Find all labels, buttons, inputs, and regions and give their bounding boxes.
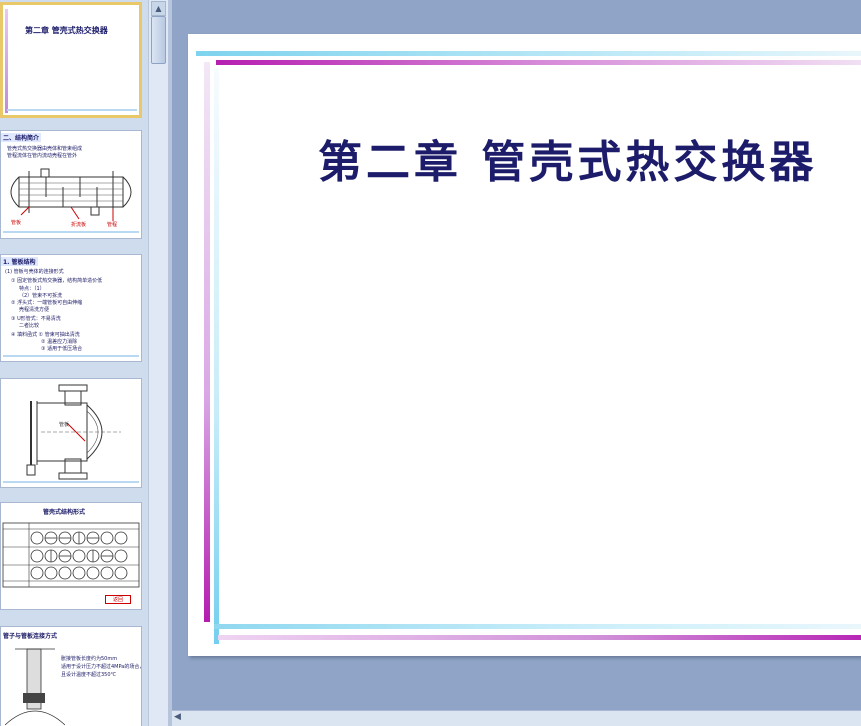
thumbnail-title: 1. 管板结构: [1, 257, 38, 266]
slide-thumbnail-1[interactable]: 第二章 管壳式热交换器: [0, 2, 142, 118]
back-button[interactable]: 返回: [105, 595, 131, 604]
tube-joint-drawing: [5, 648, 65, 726]
left-accent-line: [204, 62, 210, 622]
slide-thumbnail-5[interactable]: 管壳式结构形式 返回: [0, 502, 142, 610]
slide-thumbnail-6[interactable]: 管子与管板连接方式 胀接管板长度约为50mm 适用于设计压力不超过4MPa的场合…: [0, 626, 142, 726]
thumbnail-label: 管板: [59, 422, 70, 428]
top-accent-line: [196, 51, 861, 56]
slide-thumbnail-pane: 第二章 管壳式热交换器 二、结构简介 管壳式热交换器由壳体和管束组成 管程流体在…: [0, 0, 148, 726]
bottom-accent-line-2: [218, 635, 861, 640]
thumbnail-title: 二、结构简介: [1, 133, 42, 142]
current-slide[interactable]: 第二章 管壳式热交换器: [188, 34, 861, 656]
thumbnail-title: 管壳式结构形式: [43, 509, 86, 516]
horizontal-scrollbar[interactable]: ◀: [172, 710, 861, 726]
slide-thumbnail-2[interactable]: 二、结构简介 管壳式热交换器由壳体和管束组成 管程流体在管内流动壳程在管外 管板…: [0, 130, 142, 239]
up-arrow-icon[interactable]: ▲: [151, 1, 166, 16]
slide-thumbnail-4[interactable]: 管板: [0, 378, 142, 488]
slide-title[interactable]: 第二章 管壳式热交换器: [318, 126, 861, 190]
thumbnail-label: 管板: [11, 220, 22, 226]
thumbnail-title: 管子与管板连接方式: [3, 633, 58, 640]
structure-table: [2, 522, 140, 588]
thumbnail-scrollbar[interactable]: ▲: [148, 0, 168, 726]
left-accent-line-2: [214, 68, 219, 644]
scrollbar-thumb[interactable]: [151, 16, 166, 64]
left-arrow-icon[interactable]: ◀: [174, 712, 181, 722]
channel-drawing: [26, 384, 121, 480]
top-accent-line-2: [216, 60, 861, 65]
thumbnail-label: 管程: [107, 222, 118, 228]
slide-thumbnail-3[interactable]: 1. 管板结构 (1) 管板与壳体的连接形式 ① 固定管板式热交换器，结构简单造…: [0, 254, 142, 362]
bottom-accent-line: [214, 624, 861, 629]
thumbnail-label: 折流板: [71, 222, 87, 228]
thumbnail-title: 第二章 管壳式热交换器: [25, 25, 108, 35]
